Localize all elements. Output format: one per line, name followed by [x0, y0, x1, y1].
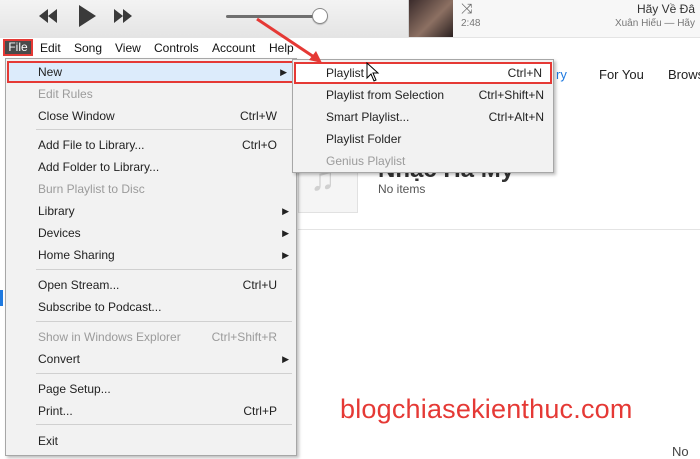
menu-item-label: Library: [38, 204, 75, 218]
menu-item-label: Playlist from Selection: [326, 88, 445, 102]
menubar: [0, 38, 700, 58]
now-playing-artist: Xuân Hiếu — Hãy: [614, 18, 695, 29]
menu-item-subscribe-podcast[interactable]: Subscribe to Podcast...: [7, 296, 295, 318]
menu-item-new[interactable]: New ▶: [7, 61, 295, 83]
menu-item-add-folder[interactable]: Add Folder to Library...: [7, 156, 295, 178]
menu-item-label: Subscribe to Podcast...: [38, 300, 162, 314]
menu-item-shortcut: Ctrl+U: [242, 278, 277, 292]
submenu-arrow-icon: ▶: [282, 250, 289, 260]
menu-item-label: Open Stream...: [38, 278, 120, 292]
menu-item-label: Close Window: [38, 109, 115, 123]
menu-edit[interactable]: Edit: [40, 41, 61, 55]
menu-view[interactable]: View: [115, 41, 141, 55]
menu-item-label: New: [38, 65, 63, 79]
new-submenu: Playlist Ctrl+N Playlist from Selection …: [292, 59, 554, 173]
rewind-icon[interactable]: [37, 7, 59, 29]
submenu-item-smart-playlist[interactable]: Smart Playlist... Ctrl+Alt+N: [294, 106, 552, 128]
volume-knob[interactable]: [312, 8, 328, 24]
menu-separator: [36, 269, 292, 270]
menu-item-show-in-explorer: Show in Windows Explorer Ctrl+Shift+R: [7, 326, 295, 348]
playlist-subtitle: No items: [378, 182, 426, 196]
submenu-item-playlist[interactable]: Playlist Ctrl+N: [294, 62, 552, 84]
tab-library-partial[interactable]: ry: [556, 67, 567, 82]
menu-item-label: Add Folder to Library...: [38, 160, 160, 174]
menu-item-label: Burn Playlist to Disc: [38, 182, 145, 196]
submenu-item-playlist-from-selection[interactable]: Playlist from Selection Ctrl+Shift+N: [294, 84, 552, 106]
mouse-cursor-icon: [366, 62, 380, 82]
menu-item-label: Smart Playlist...: [326, 110, 410, 124]
menu-item-library[interactable]: Library ▶: [7, 200, 295, 222]
watermark-text: blogchiasekienthuc.com: [340, 394, 633, 424]
submenu-arrow-icon: ▶: [280, 67, 287, 77]
menu-item-label: Show in Windows Explorer: [38, 330, 181, 344]
shuffle-icon[interactable]: ⤨: [461, 0, 472, 17]
now-playing-panel: ⤨ 2:48 Hãy Về Đâ Xuân Hiếu — Hãy: [408, 0, 700, 37]
menu-item-shortcut: Ctrl+Alt+N: [488, 110, 544, 124]
menu-item-page-setup[interactable]: Page Setup...: [7, 378, 295, 400]
play-icon[interactable]: [77, 4, 97, 32]
submenu-item-genius-playlist: Genius Playlist: [294, 150, 552, 172]
fast-forward-icon[interactable]: [112, 7, 134, 29]
menu-item-label: Add File to Library...: [38, 138, 145, 152]
now-playing-time: 2:48: [461, 18, 481, 29]
menu-separator: [36, 373, 292, 374]
menu-item-burn-playlist: Burn Playlist to Disc: [7, 178, 295, 200]
submenu-arrow-icon: ▶: [282, 228, 289, 238]
menu-help[interactable]: Help: [269, 41, 294, 55]
menu-item-label: Convert: [38, 352, 81, 366]
corner-text: No: [672, 444, 689, 459]
menu-item-shortcut: Ctrl+N: [507, 66, 542, 80]
menu-item-exit[interactable]: Exit: [7, 430, 295, 452]
menu-item-label: Genius Playlist: [326, 154, 406, 168]
menu-item-label: Page Setup...: [38, 382, 111, 396]
tab-for-you[interactable]: For You: [599, 67, 644, 82]
menu-item-print[interactable]: Print... Ctrl+P: [7, 400, 295, 422]
menu-item-label: Playlist Folder: [326, 132, 402, 146]
album-art: [409, 0, 453, 37]
menu-controls[interactable]: Controls: [154, 41, 199, 55]
submenu-arrow-icon: ▶: [282, 206, 289, 216]
menu-item-convert[interactable]: Convert ▶: [7, 348, 295, 370]
menu-item-shortcut: Ctrl+Shift+N: [478, 88, 544, 102]
volume-slider[interactable]: [226, 15, 320, 18]
menu-item-close-window[interactable]: Close Window Ctrl+W: [7, 105, 295, 127]
menu-item-add-file[interactable]: Add File to Library... Ctrl+O: [7, 134, 295, 156]
now-playing-title: Hãy Về Đâ: [636, 2, 695, 16]
menu-item-shortcut: Ctrl+O: [241, 138, 277, 152]
menu-item-label: Exit: [38, 434, 59, 448]
menu-item-label: Edit Rules: [38, 87, 93, 101]
submenu-item-playlist-folder[interactable]: Playlist Folder: [294, 128, 552, 150]
menu-item-label: Playlist: [326, 66, 365, 80]
sidebar-selection-indicator: [0, 290, 3, 306]
menu-separator: [36, 424, 292, 425]
menu-item-label: Devices: [38, 226, 81, 240]
menu-item-shortcut: Ctrl+P: [243, 404, 277, 418]
menu-separator: [36, 129, 292, 130]
menu-item-label: Print...: [38, 404, 73, 418]
menu-song[interactable]: Song: [74, 41, 102, 55]
menu-item-open-stream[interactable]: Open Stream... Ctrl+U: [7, 274, 295, 296]
menu-item-label: Home Sharing: [38, 248, 115, 262]
menu-item-devices[interactable]: Devices ▶: [7, 222, 295, 244]
submenu-arrow-icon: ▶: [282, 354, 289, 364]
menu-file[interactable]: File: [3, 39, 33, 56]
menu-separator: [36, 321, 292, 322]
menu-account[interactable]: Account: [212, 41, 255, 55]
playback-bar: ⤨ 2:48 Hãy Về Đâ Xuân Hiếu — Hãy: [0, 0, 700, 39]
menu-item-shortcut: Ctrl+Shift+R: [211, 330, 277, 344]
menu-item-shortcut: Ctrl+W: [240, 109, 277, 123]
tab-browse[interactable]: Brows: [668, 67, 700, 82]
menu-item-edit-rules: Edit Rules: [7, 83, 295, 105]
content-divider: [298, 229, 700, 230]
file-menu: New ▶ Edit Rules Close Window Ctrl+W Add…: [5, 58, 297, 456]
menu-item-home-sharing[interactable]: Home Sharing ▶: [7, 244, 295, 266]
